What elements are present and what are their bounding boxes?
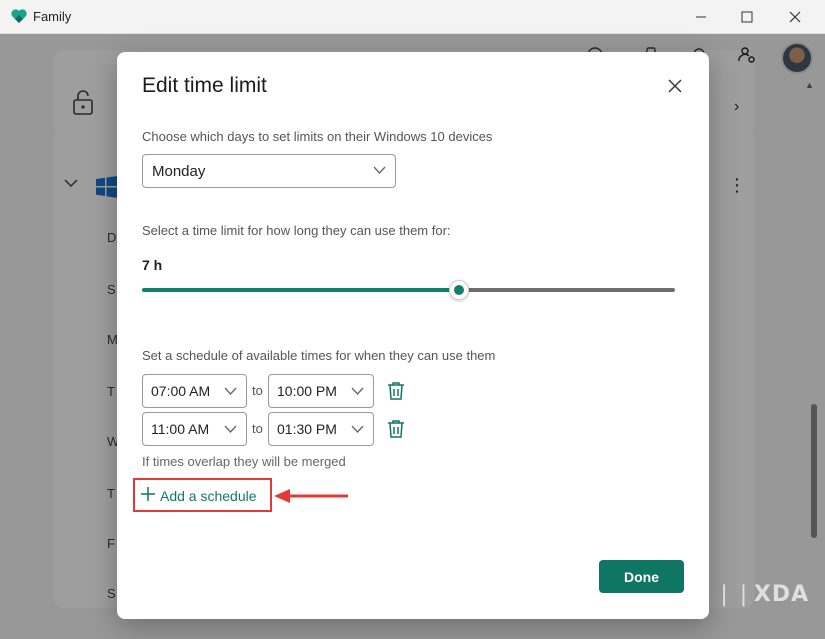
schedule-start-select[interactable]: 07:00 AM	[142, 374, 247, 408]
minimize-icon	[696, 16, 706, 18]
slider-track	[467, 288, 675, 292]
chevron-down-icon	[224, 425, 237, 433]
days-dropdown[interactable]: Monday	[142, 154, 396, 188]
window-title: Family	[33, 9, 72, 24]
chevron-down-icon	[373, 166, 386, 174]
selected-day: Monday	[152, 162, 206, 180]
to-label: to	[252, 421, 263, 436]
schedule-end-time: 01:30 PM	[277, 421, 337, 437]
overlap-note: If times overlap they will be merged	[142, 454, 346, 469]
title-bar: Family	[0, 0, 825, 34]
schedule-end-time: 10:00 PM	[277, 383, 337, 399]
chevron-down-icon	[351, 387, 364, 395]
schedule-start-select[interactable]: 11:00 AM	[142, 412, 247, 446]
maximize-icon	[741, 11, 753, 23]
close-window-button[interactable]	[772, 0, 818, 34]
edit-time-limit-dialog: Edit time limit Choose which days to set…	[117, 52, 709, 619]
done-button[interactable]: Done	[599, 560, 684, 593]
plus-icon	[141, 487, 155, 501]
schedule-start-time: 07:00 AM	[151, 383, 211, 399]
xda-logo-icon: ❘❘	[715, 582, 754, 607]
watermark-text: XDA	[753, 582, 810, 607]
annotation-arrow-icon	[274, 489, 348, 503]
schedule-label: Set a schedule of available times for wh…	[142, 348, 496, 363]
slider-thumb[interactable]	[449, 280, 469, 300]
schedule-end-select[interactable]: 01:30 PM	[268, 412, 374, 446]
delete-schedule-icon[interactable]	[387, 381, 405, 401]
schedule-start-time: 11:00 AM	[151, 421, 210, 437]
days-label: Choose which days to set limits on their…	[142, 129, 493, 144]
close-dialog-button[interactable]	[665, 76, 685, 96]
add-schedule-button[interactable]: Add a schedule	[133, 478, 272, 512]
chevron-down-icon	[224, 387, 237, 395]
slider-fill	[142, 288, 451, 292]
time-limit-value: 7 h	[142, 257, 163, 273]
family-heart-icon	[11, 9, 27, 23]
limit-label: Select a time limit for how long they ca…	[142, 223, 451, 238]
to-label: to	[252, 383, 263, 398]
watermark: ❘❘XDA	[715, 582, 809, 607]
dialog-title: Edit time limit	[142, 74, 267, 97]
maximize-button[interactable]	[724, 0, 770, 34]
delete-schedule-icon[interactable]	[387, 419, 405, 439]
chevron-down-icon	[351, 425, 364, 433]
minimize-button[interactable]	[678, 0, 724, 34]
close-icon	[789, 11, 801, 23]
time-limit-slider[interactable]	[142, 280, 675, 300]
add-schedule-label: Add a schedule	[160, 488, 257, 504]
schedule-end-select[interactable]: 10:00 PM	[268, 374, 374, 408]
close-icon	[668, 79, 682, 93]
